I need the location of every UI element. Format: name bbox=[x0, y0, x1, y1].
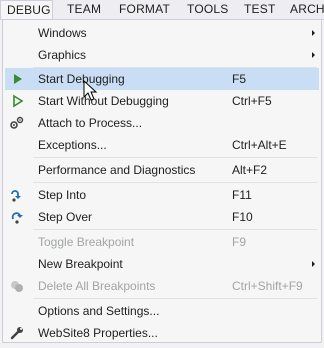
menu-item-step-into[interactable]: Step Into F11 bbox=[5, 184, 319, 206]
menu-item-shortcut: Alt+F2 bbox=[232, 163, 268, 177]
menu-item-website-properties[interactable]: WebSite8 Properties... bbox=[5, 322, 319, 344]
debug-menu-dropdown: Windows Graphics Start Debugging F5 Star… bbox=[2, 19, 322, 343]
menu-separator bbox=[33, 182, 317, 183]
start-debugging-icon bbox=[9, 71, 25, 87]
menu-item-performance-and-diagnostics[interactable]: Performance and Diagnostics Alt+F2 bbox=[5, 159, 319, 181]
menu-team[interactable]: TEAM bbox=[67, 0, 101, 19]
start-without-debugging-icon bbox=[9, 93, 25, 109]
menu-item-label: Toggle Breakpoint bbox=[38, 235, 135, 249]
menu-item-label: Windows bbox=[38, 26, 87, 40]
menu-item-graphics[interactable]: Graphics bbox=[5, 44, 319, 66]
menu-item-windows[interactable]: Windows bbox=[5, 22, 319, 44]
menu-item-shortcut: Ctrl+F5 bbox=[232, 94, 272, 108]
submenu-arrow-icon bbox=[312, 52, 315, 58]
menu-test[interactable]: TEST bbox=[244, 0, 275, 19]
wrench-icon bbox=[9, 325, 25, 341]
menu-item-options-and-settings[interactable]: Options and Settings... bbox=[5, 300, 319, 322]
menu-item-shortcut: F10 bbox=[232, 210, 253, 224]
menu-item-label: New Breakpoint bbox=[38, 257, 123, 271]
menu-item-label: Graphics bbox=[38, 48, 87, 62]
step-into-icon bbox=[9, 187, 25, 203]
submenu-arrow-icon bbox=[312, 30, 315, 36]
delete-all-breakpoints-icon bbox=[9, 278, 25, 294]
menu-item-label: Start Debugging bbox=[38, 72, 125, 86]
submenu-arrow-icon bbox=[312, 261, 315, 267]
menu-architecture[interactable]: ARCHI bbox=[290, 0, 324, 19]
mouse-cursor-icon bbox=[83, 79, 99, 102]
menu-item-shortcut: Ctrl+Shift+F9 bbox=[232, 279, 303, 293]
menu-separator bbox=[33, 229, 317, 230]
step-over-icon bbox=[9, 209, 25, 225]
menu-item-new-breakpoint[interactable]: New Breakpoint bbox=[5, 253, 319, 275]
attach-to-process-icon bbox=[9, 115, 25, 131]
menu-separator bbox=[33, 298, 317, 299]
menu-item-shortcut: Ctrl+Alt+E bbox=[232, 138, 287, 152]
menu-item-label: Attach to Process... bbox=[38, 116, 143, 130]
menu-debug[interactable]: DEBUG bbox=[0, 0, 53, 19]
menu-tools[interactable]: TOOLS bbox=[187, 0, 228, 19]
menu-item-shortcut: F9 bbox=[232, 235, 247, 249]
menu-format[interactable]: FORMAT bbox=[119, 0, 170, 19]
menu-item-label: Start Without Debugging bbox=[38, 94, 169, 108]
menu-item-shortcut: F11 bbox=[232, 188, 252, 202]
menu-separator bbox=[33, 157, 317, 158]
menu-item-label: Options and Settings... bbox=[38, 304, 160, 318]
menu-item-label: Exceptions... bbox=[38, 138, 107, 152]
menu-item-attach-to-process[interactable]: Attach to Process... bbox=[5, 112, 319, 134]
menu-item-exceptions[interactable]: Exceptions... Ctrl+Alt+E bbox=[5, 134, 319, 156]
menu-item-delete-all-breakpoints: Delete All Breakpoints Ctrl+Shift+F9 bbox=[5, 275, 319, 297]
menu-item-shortcut: F5 bbox=[232, 72, 247, 86]
menu-item-toggle-breakpoint: Toggle Breakpoint F9 bbox=[5, 231, 319, 253]
menu-bar: DEBUG TEAM FORMAT TOOLS TEST ARCHI bbox=[0, 0, 324, 20]
menu-item-step-over[interactable]: Step Over F10 bbox=[5, 206, 319, 228]
menu-item-start-without-debugging[interactable]: Start Without Debugging Ctrl+F5 bbox=[5, 90, 319, 112]
menu-item-label: Step Over bbox=[38, 210, 93, 224]
menu-item-start-debugging[interactable]: Start Debugging F5 bbox=[5, 68, 319, 90]
menu-item-label: Performance and Diagnostics bbox=[38, 163, 196, 177]
menu-item-label: Step Into bbox=[38, 188, 87, 202]
menu-item-label: Delete All Breakpoints bbox=[38, 279, 156, 293]
menu-item-label: WebSite8 Properties... bbox=[38, 326, 158, 340]
